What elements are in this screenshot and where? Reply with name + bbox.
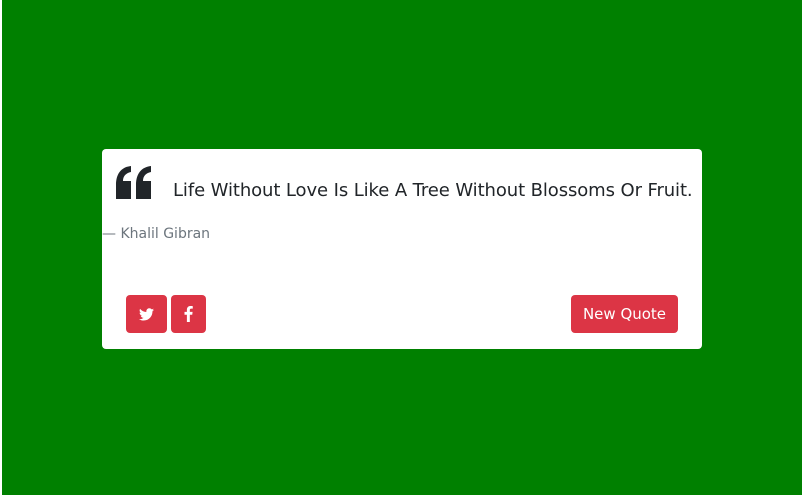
page-background: Life Without Love Is Like A Tree Without… xyxy=(2,0,802,495)
quote-card: Life Without Love Is Like A Tree Without… xyxy=(102,149,702,349)
twitter-icon xyxy=(139,307,154,321)
quote-left-icon xyxy=(114,165,154,201)
facebook-icon xyxy=(184,306,193,322)
new-quote-button[interactable]: New Quote xyxy=(571,295,678,333)
facebook-share-button[interactable] xyxy=(171,295,206,333)
quote-text: Life Without Love Is Like A Tree Without… xyxy=(173,180,693,201)
quote-author: — Khalil Gibran xyxy=(102,226,211,242)
tweet-button[interactable] xyxy=(126,295,167,333)
